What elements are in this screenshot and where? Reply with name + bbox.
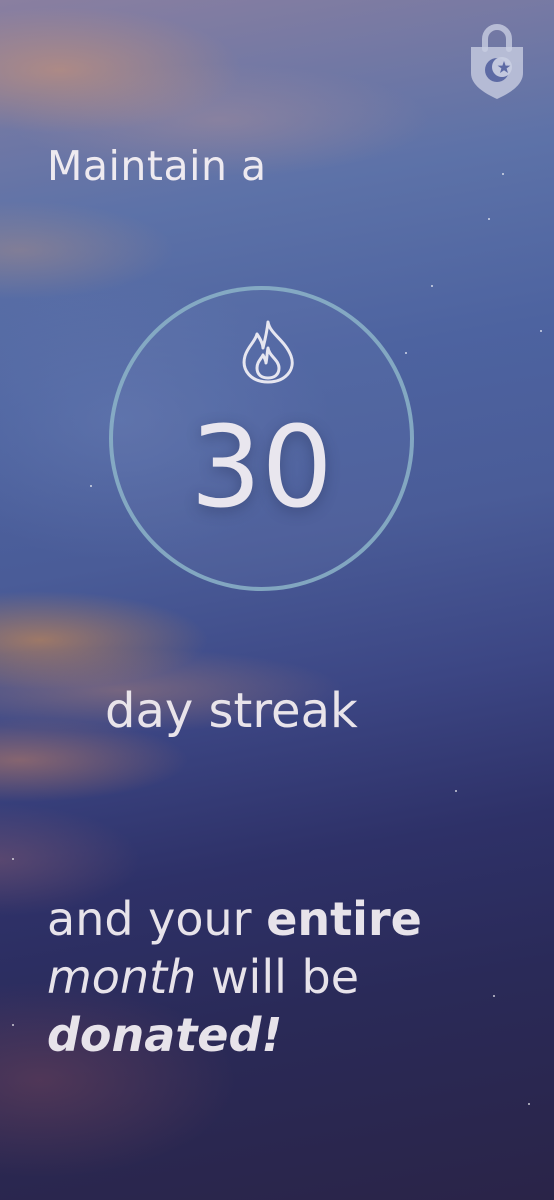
star <box>431 285 433 287</box>
star <box>405 352 407 354</box>
reward-text-month: month <box>47 950 197 1004</box>
heading-maintain: Maintain a <box>47 142 267 190</box>
star <box>540 330 542 332</box>
onboarding-screen: Maintain a 30 day streak and your entire… <box>0 0 554 1200</box>
star <box>12 1024 14 1026</box>
reward-text-entire: entire <box>266 892 422 946</box>
streak-counter: 30 <box>109 286 414 591</box>
streak-days-number: 30 <box>190 403 333 533</box>
heading-day-streak: day streak <box>105 683 358 739</box>
lock-crescent-star-icon <box>468 17 526 101</box>
star <box>528 1103 530 1105</box>
star <box>12 858 14 860</box>
reward-text-will-be: will be <box>210 950 360 1004</box>
star <box>90 485 92 487</box>
reward-text-and-your: and your <box>47 892 252 946</box>
star <box>488 218 490 220</box>
star <box>455 790 457 792</box>
star <box>502 173 504 175</box>
reward-text-donated: donated! <box>47 1008 283 1062</box>
reward-message: and your entire month will be donated! <box>47 890 537 1064</box>
flame-icon <box>239 318 297 386</box>
